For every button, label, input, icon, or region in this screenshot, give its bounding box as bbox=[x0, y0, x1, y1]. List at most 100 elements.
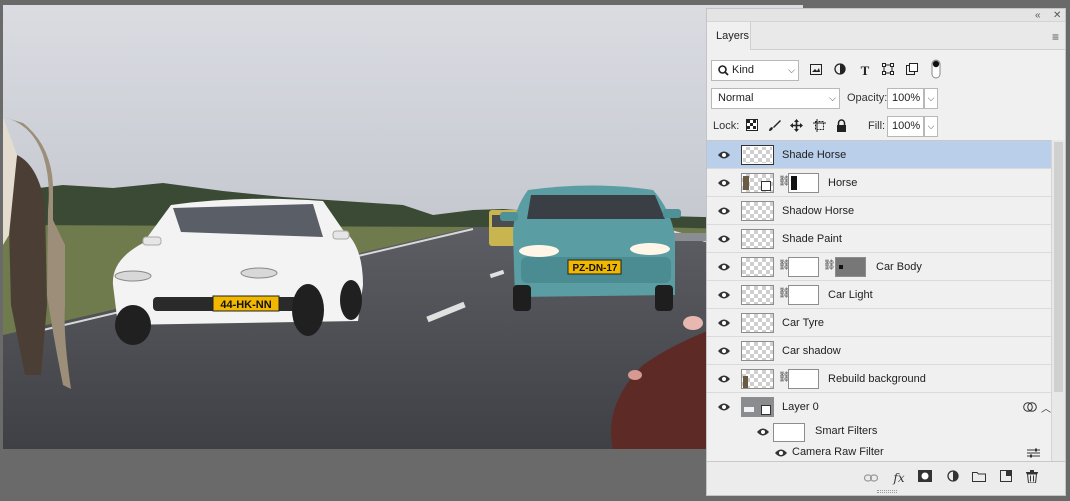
photo-artwork: 44-HK-NN PZ-DN-17 bbox=[3, 5, 803, 449]
layer-list[interactable]: Shade Horse ⛓ Horse Shadow Horse Shade P… bbox=[707, 140, 1052, 462]
layer-thumbnail[interactable] bbox=[741, 201, 774, 221]
visibility-eye-icon[interactable] bbox=[718, 234, 730, 244]
filter-toggle-icon[interactable] bbox=[928, 59, 944, 79]
layer-name[interactable]: Layer 0 bbox=[782, 393, 819, 421]
scrollbar-thumb[interactable] bbox=[1054, 142, 1063, 392]
adjustment-layer-icon[interactable] bbox=[945, 470, 961, 486]
filter-pixel-icon[interactable] bbox=[808, 63, 824, 79]
visibility-eye-icon[interactable] bbox=[718, 150, 730, 160]
chevron-down-icon: ⌵ bbox=[829, 93, 836, 103]
layer-thumbnail[interactable] bbox=[741, 257, 774, 277]
document-canvas[interactable]: 44-HK-NN PZ-DN-17 bbox=[3, 5, 803, 449]
smart-filters-row[interactable]: Smart Filters bbox=[707, 421, 1052, 443]
layer-row-layer-0[interactable]: Layer 0 ︿ bbox=[707, 393, 1052, 421]
layer-row-car-body[interactable]: ⛓ ⛓ Car Body bbox=[707, 253, 1052, 281]
layer-name[interactable]: Shade Horse bbox=[782, 141, 846, 169]
visibility-eye-icon[interactable] bbox=[718, 318, 730, 328]
layer-name[interactable]: Shade Paint bbox=[782, 225, 842, 253]
layer-row-car-light[interactable]: ⛓ Car Light bbox=[707, 281, 1052, 309]
lock-all-icon[interactable] bbox=[833, 119, 849, 135]
collapse-icon[interactable]: « bbox=[1035, 9, 1041, 22]
chevron-up-icon[interactable]: ︿ bbox=[1041, 400, 1051, 415]
resize-grip[interactable] bbox=[877, 490, 897, 493]
visibility-eye-icon[interactable] bbox=[718, 290, 730, 300]
new-layer-icon[interactable] bbox=[998, 470, 1014, 486]
layer-mask-thumbnail[interactable] bbox=[788, 369, 819, 389]
layer-row-shade-horse[interactable]: Shade Horse bbox=[707, 141, 1052, 169]
layer-thumbnail[interactable] bbox=[741, 285, 774, 305]
visibility-eye-icon[interactable] bbox=[718, 206, 730, 216]
layer-mask-thumbnail[interactable] bbox=[788, 257, 819, 277]
new-group-icon[interactable] bbox=[971, 470, 987, 486]
fill-chevron-icon[interactable]: ⌵ bbox=[924, 116, 938, 137]
filter-type-icon[interactable]: T bbox=[857, 63, 873, 79]
filter-shape-icon[interactable] bbox=[880, 63, 896, 79]
layer-row-car-tyre[interactable]: Car Tyre bbox=[707, 309, 1052, 337]
layer-row-shadow-horse[interactable]: Shadow Horse bbox=[707, 197, 1052, 225]
link-chain-icon[interactable]: ⛓ bbox=[823, 260, 836, 271]
layer-row-shade-paint[interactable]: Shade Paint bbox=[707, 225, 1052, 253]
layer-mask-thumbnail[interactable] bbox=[788, 285, 819, 305]
layer-name[interactable]: Rebuild background bbox=[828, 365, 926, 393]
layer-mask-thumbnail[interactable] bbox=[788, 173, 819, 193]
layer-thumbnail[interactable] bbox=[741, 397, 774, 417]
layer-list-scrollbar[interactable] bbox=[1051, 140, 1065, 462]
lock-label: Lock: bbox=[713, 120, 740, 132]
tab-layers[interactable]: Layers bbox=[707, 22, 751, 50]
layer-row-rebuild-background[interactable]: ⛓ Rebuild background bbox=[707, 365, 1052, 393]
layer-thumbnail[interactable] bbox=[741, 341, 774, 361]
smart-filters-label: Smart Filters bbox=[815, 425, 878, 437]
layer-name[interactable]: Car Body bbox=[876, 253, 922, 281]
visibility-eye-icon[interactable] bbox=[718, 178, 730, 188]
chevron-down-icon: ⌵ bbox=[788, 65, 795, 75]
filter-options-icon[interactable] bbox=[1027, 448, 1040, 458]
opacity-input[interactable]: 100% bbox=[887, 88, 924, 109]
blend-row: Normal ⌵ Opacity: 100% ⌵ bbox=[707, 85, 1065, 113]
opacity-chevron-icon[interactable]: ⌵ bbox=[924, 88, 938, 109]
layer-name[interactable]: Car Light bbox=[828, 281, 873, 309]
teal-car: PZ-DN-17 bbox=[500, 185, 681, 311]
visibility-eye-icon[interactable] bbox=[775, 448, 787, 458]
lock-move-icon[interactable] bbox=[788, 119, 804, 135]
layer-name[interactable]: Shadow Horse bbox=[782, 197, 854, 225]
close-icon[interactable]: ✕ bbox=[1053, 9, 1061, 22]
visibility-eye-icon[interactable] bbox=[718, 262, 730, 272]
layer-name[interactable]: Car shadow bbox=[782, 337, 841, 365]
smart-object-badge-icon bbox=[761, 405, 771, 415]
plate-left-text: 44-HK-NN bbox=[220, 299, 271, 311]
lock-artboard-icon[interactable] bbox=[811, 119, 827, 135]
smart-filter-effects-icon[interactable] bbox=[1023, 401, 1037, 413]
layer-name[interactable]: Car Tyre bbox=[782, 309, 824, 337]
add-mask-icon[interactable] bbox=[917, 470, 933, 486]
filter-adjustment-icon[interactable] bbox=[832, 63, 848, 79]
layer-thumbnail[interactable] bbox=[741, 229, 774, 249]
link-layers-icon[interactable] bbox=[863, 470, 879, 486]
lock-brush-icon[interactable] bbox=[766, 119, 782, 135]
panel-menu-icon[interactable]: ≡ bbox=[1052, 30, 1059, 44]
opacity-label: Opacity: bbox=[847, 92, 888, 104]
vector-mask-thumbnail[interactable] bbox=[835, 257, 866, 277]
panel-titlebar[interactable]: « ✕ bbox=[707, 9, 1065, 22]
visibility-eye-icon[interactable] bbox=[718, 346, 730, 356]
fx-icon[interactable]: fx bbox=[891, 470, 907, 486]
filter-name[interactable]: Camera Raw Filter bbox=[792, 443, 884, 461]
layer-thumbnail[interactable] bbox=[741, 145, 774, 165]
lock-transparent-icon[interactable] bbox=[744, 119, 760, 135]
layer-row-car-shadow[interactable]: Car shadow bbox=[707, 337, 1052, 365]
visibility-eye-icon[interactable] bbox=[718, 374, 730, 384]
visibility-eye-icon[interactable] bbox=[757, 427, 769, 437]
layer-name[interactable]: Horse bbox=[828, 169, 857, 197]
blend-mode-dropdown[interactable]: Normal ⌵ bbox=[711, 88, 840, 109]
fill-input[interactable]: 100% bbox=[887, 116, 924, 137]
filter-kind-dropdown[interactable]: Kind ⌵ bbox=[711, 60, 799, 81]
smart-object-badge-icon bbox=[761, 181, 771, 191]
filter-smart-object-icon[interactable] bbox=[904, 63, 920, 79]
layer-thumbnail[interactable] bbox=[741, 173, 774, 193]
layer-thumbnail[interactable] bbox=[741, 313, 774, 333]
camera-raw-filter-row[interactable]: Camera Raw Filter bbox=[707, 443, 1052, 463]
trash-icon[interactable] bbox=[1024, 470, 1040, 486]
smart-filter-mask-thumbnail[interactable] bbox=[773, 423, 805, 442]
layer-thumbnail[interactable] bbox=[741, 369, 774, 389]
visibility-eye-icon[interactable] bbox=[718, 402, 730, 412]
layer-row-horse[interactable]: ⛓ Horse bbox=[707, 169, 1052, 197]
